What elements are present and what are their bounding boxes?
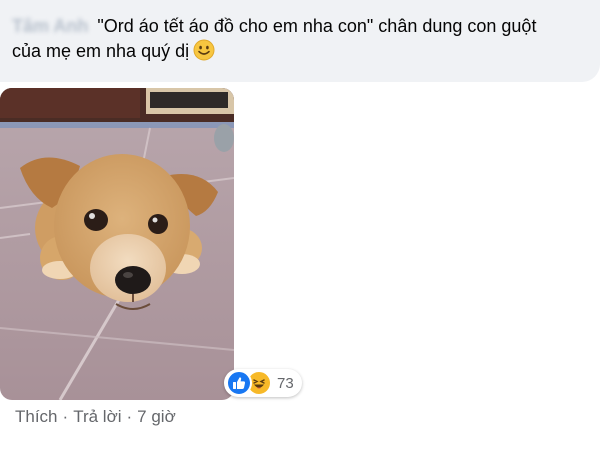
comment-author[interactable]: Tâm Anh: [12, 16, 88, 36]
separator-dot: ·: [62, 407, 69, 426]
slightly-smiling-face-icon: [193, 39, 215, 68]
reaction-count: 73: [277, 374, 294, 392]
puppy-photo[interactable]: [0, 88, 234, 400]
comment-timestamp[interactable]: 7 giờ: [137, 407, 176, 427]
comment-line-2: của mẹ em nha quý dị: [12, 39, 590, 68]
reaction-summary[interactable]: 73: [224, 369, 302, 397]
reply-button[interactable]: Trả lời: [73, 407, 121, 427]
comment-text-line-1: "Ord áo tết áo đồ cho em nha con" chân d…: [97, 16, 537, 36]
like-button[interactable]: Thích: [15, 407, 58, 427]
comment-container: Tâm Anh "Ord áo tết áo đồ cho em nha con…: [0, 0, 600, 450]
comment-line-1: Tâm Anh "Ord áo tết áo đồ cho em nha con…: [12, 14, 590, 39]
comment-text-line-2: của mẹ em nha quý dị: [12, 41, 190, 61]
separator-dot: ·: [126, 407, 133, 426]
like-icon: [226, 370, 252, 396]
comment-actions: Thích · Trả lời · 7 giờ: [15, 407, 176, 427]
comment-bubble: Tâm Anh "Ord áo tết áo đồ cho em nha con…: [0, 0, 600, 82]
